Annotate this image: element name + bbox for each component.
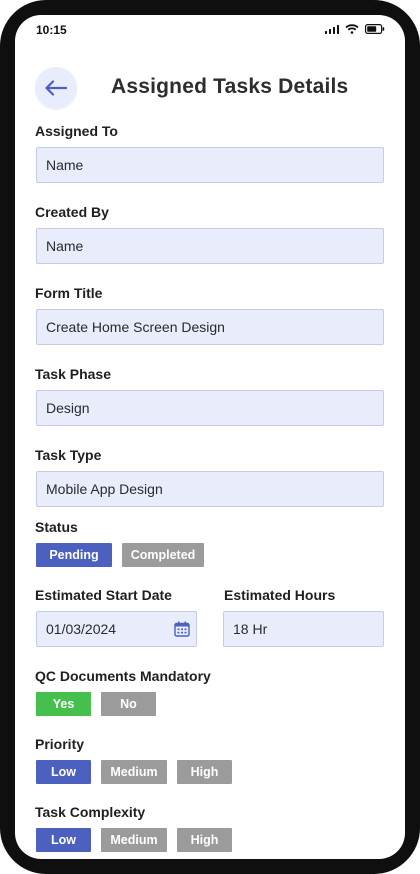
hours-field[interactable]: 18 Hr — [223, 611, 384, 647]
status-label: Status — [35, 519, 78, 535]
priority-medium-button[interactable]: Medium — [101, 760, 167, 784]
created-by-label: Created By — [35, 204, 109, 220]
start-date-label: Estimated Start Date — [35, 587, 172, 603]
hours-label: Estimated Hours — [224, 587, 336, 603]
priority-low-button[interactable]: Low — [36, 760, 91, 784]
status-time: 10:15 — [36, 23, 67, 37]
form-title-label: Form Title — [35, 285, 103, 301]
complexity-medium-button[interactable]: Medium — [101, 828, 167, 852]
page-title: Assigned Tasks Details — [111, 75, 349, 98]
start-date-field[interactable]: 01/03/2024 — [36, 611, 197, 647]
complexity-options: Low Medium High — [36, 828, 232, 852]
qc-docs-options: Yes No — [36, 692, 156, 716]
task-phase-label: Task Phase — [35, 366, 112, 382]
status-icons — [324, 24, 386, 34]
complexity-low-button[interactable]: Low — [36, 828, 91, 852]
status-bar: 10:15 — [15, 15, 405, 45]
calendar-icon[interactable] — [174, 621, 190, 637]
signal-icon — [324, 24, 339, 34]
assigned-to-label: Assigned To — [35, 123, 118, 139]
start-date-value: 01/03/2024 — [46, 621, 117, 637]
qc-docs-label: QC Documents Mandatory — [35, 668, 211, 684]
qc-yes-button[interactable]: Yes — [36, 692, 91, 716]
qc-no-button[interactable]: No — [101, 692, 156, 716]
priority-label: Priority — [35, 736, 85, 752]
priority-high-button[interactable]: High — [177, 760, 232, 784]
wifi-icon — [345, 24, 359, 34]
back-button[interactable] — [35, 67, 77, 109]
priority-options: Low Medium High — [36, 760, 232, 784]
complexity-high-button[interactable]: High — [177, 828, 232, 852]
battery-icon — [365, 24, 385, 34]
task-type-field[interactable]: Mobile App Design — [36, 471, 384, 507]
form-title-field[interactable]: Create Home Screen Design — [36, 309, 384, 345]
status-completed-button[interactable]: Completed — [122, 543, 204, 567]
status-options: Pending Completed — [36, 543, 204, 567]
assigned-to-field[interactable]: Name — [36, 147, 384, 183]
task-phase-field[interactable]: Design — [36, 390, 384, 426]
complexity-label: Task Complexity — [35, 804, 146, 820]
task-type-label: Task Type — [35, 447, 102, 463]
back-arrow-icon — [45, 80, 67, 96]
app-screen: 10:15 Assigned Tasks Details Assigned To… — [15, 15, 405, 859]
status-pending-button[interactable]: Pending — [36, 543, 112, 567]
phone-frame: 10:15 Assigned Tasks Details Assigned To… — [0, 0, 420, 874]
created-by-field[interactable]: Name — [36, 228, 384, 264]
